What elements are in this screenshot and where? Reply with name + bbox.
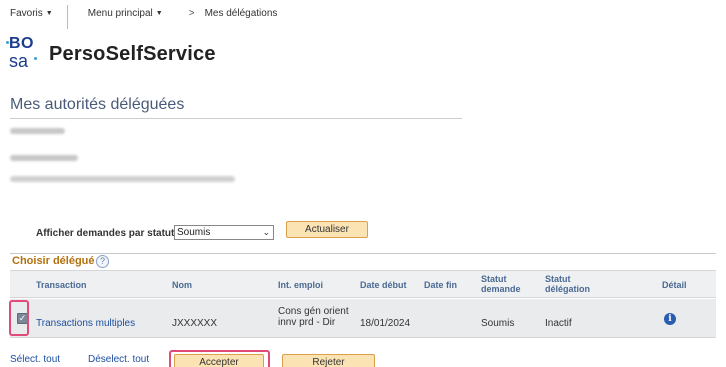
cell-date-debut: 18/01/2024	[360, 318, 411, 329]
logo-dot	[34, 57, 37, 60]
select-all-link[interactable]: Sélect. tout	[10, 354, 60, 365]
table-header: Transaction Nom Int. emploi Date début D…	[10, 270, 716, 298]
caret-down-icon: ▼	[45, 9, 53, 17]
favorites-menu[interactable]: Favoris ▼	[10, 8, 53, 19]
table-caption-bar	[10, 253, 716, 269]
column-header-date-fin[interactable]: Date fin	[424, 280, 457, 290]
main-menu[interactable]: Menu principal ▼	[88, 8, 163, 19]
column-header-statut-delegation[interactable]: Statut délégation	[545, 274, 605, 294]
redacted-text	[10, 176, 235, 182]
deselect-all-link[interactable]: Déselect. tout	[88, 354, 149, 365]
page-title: Mes autorités déléguées	[10, 96, 185, 113]
column-header-nom[interactable]: Nom	[172, 280, 192, 290]
main-menu-label: Menu principal	[87, 7, 153, 19]
column-header-date-debut[interactable]: Date début	[360, 280, 407, 290]
breadcrumb-separator: >	[188, 7, 195, 19]
app-name: PersoSelfService	[49, 43, 216, 65]
nav-divider	[66, 5, 68, 29]
top-navigation: Favoris ▼ Menu principal ▼ > Mes délégat…	[10, 5, 278, 29]
status-select-value: Soumis	[177, 227, 211, 238]
redacted-text	[10, 128, 65, 134]
breadcrumb-current[interactable]: Mes délégations	[205, 8, 278, 19]
cell-int-emploi: Cons gén orient innv prd - Dir	[278, 306, 349, 328]
table-caption: Choisir délégué	[12, 255, 95, 267]
column-header-statut-demande[interactable]: Statut demande	[481, 274, 529, 294]
status-filter-label: Afficher demandes par statut	[36, 228, 175, 239]
table-row: Transactions multiples JXXXXXX Cons gén …	[10, 299, 716, 338]
bosa-logo: BO sa	[6, 35, 39, 72]
cell-statut-delegation: Inactif	[545, 318, 572, 329]
favorites-label: Favoris	[10, 7, 43, 19]
chevron-down-icon: ⌄	[262, 227, 270, 237]
transaction-link[interactable]: Transactions multiples	[36, 318, 135, 329]
column-header-transaction[interactable]: Transaction	[36, 280, 87, 290]
redacted-text	[10, 155, 78, 161]
logo-text-bottom: sa	[9, 51, 29, 71]
column-header-int-emploi[interactable]: Int. emploi	[278, 280, 323, 290]
reject-button[interactable]: Rejeter	[282, 354, 375, 367]
cell-nom: JXXXXXX	[172, 318, 218, 329]
caret-down-icon: ▼	[155, 9, 163, 17]
refresh-button[interactable]: Actualiser	[286, 221, 368, 238]
column-header-detail[interactable]: Détail	[662, 280, 687, 290]
checkbox-highlight	[9, 300, 29, 336]
accept-highlight	[169, 350, 270, 367]
help-icon[interactable]: ?	[96, 255, 109, 268]
logo-text-top: BO	[9, 35, 34, 52]
status-select[interactable]: Soumis ⌄	[174, 225, 274, 240]
cell-statut-demande: Soumis	[481, 318, 515, 329]
info-icon[interactable]: i	[664, 313, 676, 325]
title-divider	[10, 118, 462, 119]
